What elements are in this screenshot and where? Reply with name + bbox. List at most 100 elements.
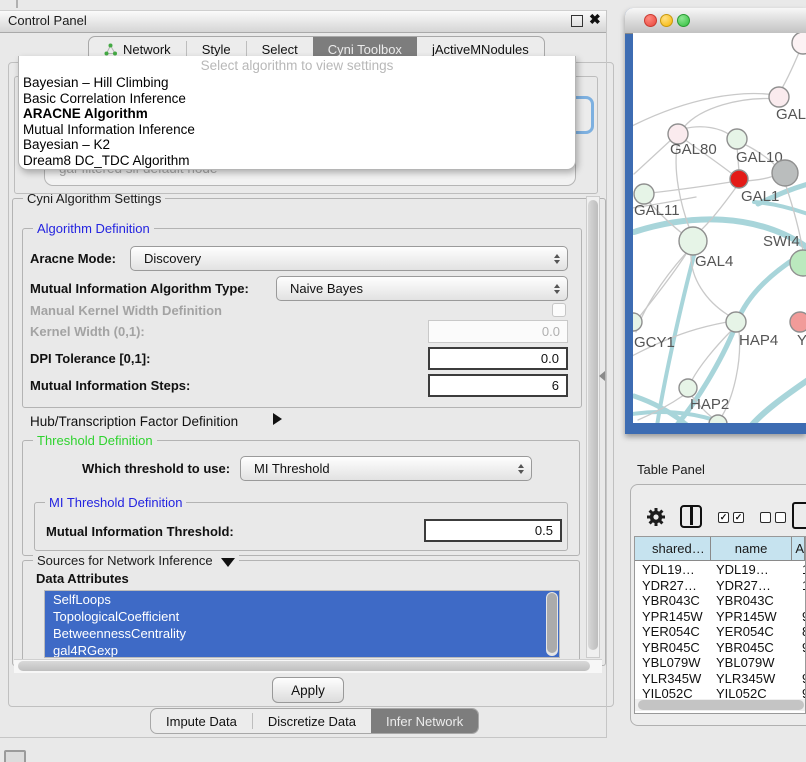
window-minimize-button[interactable] bbox=[660, 14, 673, 27]
scrollbar-thumb[interactable] bbox=[638, 700, 804, 710]
tab-impute-data[interactable]: Impute Data bbox=[151, 709, 252, 733]
network-node-gal1[interactable] bbox=[730, 170, 748, 188]
attribute-item[interactable]: SelfLoops bbox=[45, 591, 559, 608]
network-node-swi4[interactable] bbox=[790, 250, 806, 276]
algorithm-option-mutual-information[interactable]: Mutual Information Inference bbox=[19, 122, 575, 138]
network-edge[interactable] bbox=[651, 182, 731, 193]
scrollbar-thumb[interactable] bbox=[588, 200, 598, 650]
table-row[interactable]: YBR043CYBR043C bbox=[635, 593, 806, 609]
mi-steps-field[interactable]: 6 bbox=[428, 374, 568, 397]
hub-expand-icon[interactable] bbox=[273, 413, 282, 425]
table-row[interactable]: YBL079WYBL079W bbox=[635, 655, 806, 671]
table-cell: YLR345W bbox=[635, 671, 712, 687]
algorithm-option-dream8[interactable]: Dream8 DC_TDC Algorithm bbox=[19, 153, 575, 169]
mi-threshold-field[interactable]: 0.5 bbox=[424, 519, 562, 542]
network-edge[interactable] bbox=[683, 127, 730, 135]
table-row[interactable]: YDL19…YDL19…13 bbox=[635, 562, 806, 578]
attribute-item[interactable]: gal4RGexp bbox=[45, 642, 559, 658]
table-panel-title: Table Panel bbox=[637, 462, 705, 477]
network-node-unlabeled[interactable] bbox=[709, 415, 727, 423]
table-cell: YBR043C bbox=[635, 593, 712, 609]
split-pane-divider-handle[interactable] bbox=[599, 371, 605, 381]
screen: Control Panel ✖ Network Style Select Cyn… bbox=[0, 0, 806, 762]
manual-kernel-width-checkbox[interactable] bbox=[552, 303, 566, 317]
network-node-unlabeled[interactable] bbox=[792, 33, 806, 54]
control-panel-title: Control Panel bbox=[8, 13, 87, 28]
tab-discretize-data[interactable]: Discretize Data bbox=[253, 709, 371, 733]
hub-definition-label[interactable]: Hub/Transcription Factor Definition bbox=[30, 414, 238, 429]
network-edge[interactable] bbox=[746, 176, 774, 181]
network-node-hap2[interactable] bbox=[679, 379, 697, 397]
node-label-hap4: HAP4 bbox=[739, 332, 778, 349]
network-edge[interactable] bbox=[684, 99, 779, 127]
window-close-button[interactable] bbox=[644, 14, 657, 27]
algorithm-dropdown-popup: Select algorithm to view settings Bayesi… bbox=[18, 56, 576, 170]
table-cell: 8. bbox=[799, 624, 806, 640]
deselect-all-checkbox-icon[interactable] bbox=[760, 512, 771, 523]
dpi-tolerance-field[interactable]: 0.0 bbox=[428, 347, 568, 370]
node-label-gal: GAL bbox=[776, 106, 806, 123]
kernel-width-field[interactable]: 0.0 bbox=[428, 320, 568, 343]
scrollbar-thumb[interactable] bbox=[547, 593, 557, 653]
mi-threshold-label: Mutual Information Threshold: bbox=[46, 524, 234, 539]
table-row[interactable]: YER054CYER054C8. bbox=[635, 624, 806, 640]
control-panel-titlebar[interactable] bbox=[0, 10, 606, 33]
aracne-mode-select[interactable]: Discovery bbox=[130, 246, 568, 271]
network-node-unlabeled[interactable] bbox=[772, 160, 798, 186]
sources-collapse-icon[interactable] bbox=[221, 558, 235, 567]
tab-label: Impute Data bbox=[166, 714, 237, 729]
network-edge[interactable] bbox=[751, 380, 806, 423]
algorithm-option-basic-correlation[interactable]: Basic Correlation Inference bbox=[19, 91, 575, 107]
network-edge[interactable] bbox=[634, 139, 672, 174]
table-body: YDL19…YDL19…13YDR27…YDR27…12YBR043CYBR04… bbox=[635, 562, 806, 702]
algorithm-option-bayesian-k2[interactable]: Bayesian – K2 bbox=[19, 137, 575, 153]
table-viewport: shared… name A YDL19…YDL19…13YDR27…YDR27… bbox=[634, 536, 806, 714]
column-header-extra[interactable]: A bbox=[792, 537, 805, 560]
table-cell: YDR27… bbox=[712, 578, 799, 594]
deselect-all-checkbox-icon[interactable] bbox=[775, 512, 786, 523]
table-cell: YDR27… bbox=[635, 578, 712, 594]
column-header-shared[interactable]: shared… bbox=[635, 537, 711, 560]
dpi-tolerance-label: DPI Tolerance [0,1]: bbox=[30, 351, 150, 366]
mini-panel-button[interactable] bbox=[4, 750, 26, 762]
close-panel-icon[interactable]: ✖ bbox=[589, 11, 601, 28]
apply-button[interactable]: Apply bbox=[272, 677, 344, 703]
network-edge[interactable] bbox=[700, 186, 737, 231]
which-threshold-select[interactable]: MI Threshold bbox=[240, 456, 532, 481]
gear-icon[interactable] bbox=[646, 507, 666, 532]
columns-icon[interactable] bbox=[680, 505, 702, 528]
scrollbar-thumb[interactable] bbox=[18, 661, 590, 671]
algorithm-option-bayesian-hill-climbing[interactable]: Bayesian – Hill Climbing bbox=[19, 75, 575, 91]
table-cell: YBR043C bbox=[712, 593, 799, 609]
mi-algorithm-type-select[interactable]: Naive Bayes bbox=[276, 276, 568, 301]
data-attributes-list[interactable]: SelfLoopsTopologicalCoefficientBetweenne… bbox=[44, 590, 560, 658]
network-node-gal10[interactable] bbox=[727, 129, 747, 149]
table-row[interactable]: YDR27…YDR27…12 bbox=[635, 578, 806, 594]
network-node-gal11[interactable] bbox=[634, 184, 654, 204]
table-row[interactable]: YLR345WYLR345W9. bbox=[635, 671, 806, 687]
float-panel-icon[interactable] bbox=[571, 15, 583, 27]
network-node-y[interactable] bbox=[790, 312, 806, 332]
select-all-checkbox-icon[interactable]: ✓ bbox=[718, 512, 729, 523]
settings-vertical-scrollbar[interactable] bbox=[586, 196, 600, 658]
window-zoom-button[interactable] bbox=[677, 14, 690, 27]
algorithm-option-aracne[interactable]: ARACNE Algorithm bbox=[19, 106, 575, 122]
tab-infer-network[interactable]: Infer Network bbox=[371, 709, 478, 733]
network-node-gal4[interactable] bbox=[679, 227, 707, 255]
attribute-item[interactable]: TopologicalCoefficient bbox=[45, 608, 559, 625]
network-node-hap4[interactable] bbox=[726, 312, 746, 332]
attribute-item[interactable]: BetweennessCentrality bbox=[45, 625, 559, 642]
select-all-checkbox-icon[interactable]: ✓ bbox=[733, 512, 744, 523]
table-cell: 9. bbox=[799, 671, 806, 687]
table-row[interactable]: YBR045CYBR045C9. bbox=[635, 640, 806, 656]
attributes-scrollbar[interactable] bbox=[546, 592, 558, 656]
network-canvas[interactable]: GALGAL80GAL10GAL1GAL11GAL4SWI4GCY1HAP4YH… bbox=[633, 33, 806, 423]
aracne-mode-value: Discovery bbox=[144, 251, 201, 266]
network-node-gal[interactable] bbox=[769, 87, 789, 107]
column-header-name[interactable]: name bbox=[711, 537, 793, 560]
page-icon[interactable] bbox=[792, 502, 806, 529]
settings-horizontal-scrollbar[interactable] bbox=[14, 659, 602, 673]
sources-legend[interactable]: Sources for Network Inference bbox=[33, 553, 239, 569]
table-row[interactable]: YPR145WYPR145W9. bbox=[635, 609, 806, 625]
table-horizontal-scrollbar[interactable] bbox=[635, 699, 805, 711]
